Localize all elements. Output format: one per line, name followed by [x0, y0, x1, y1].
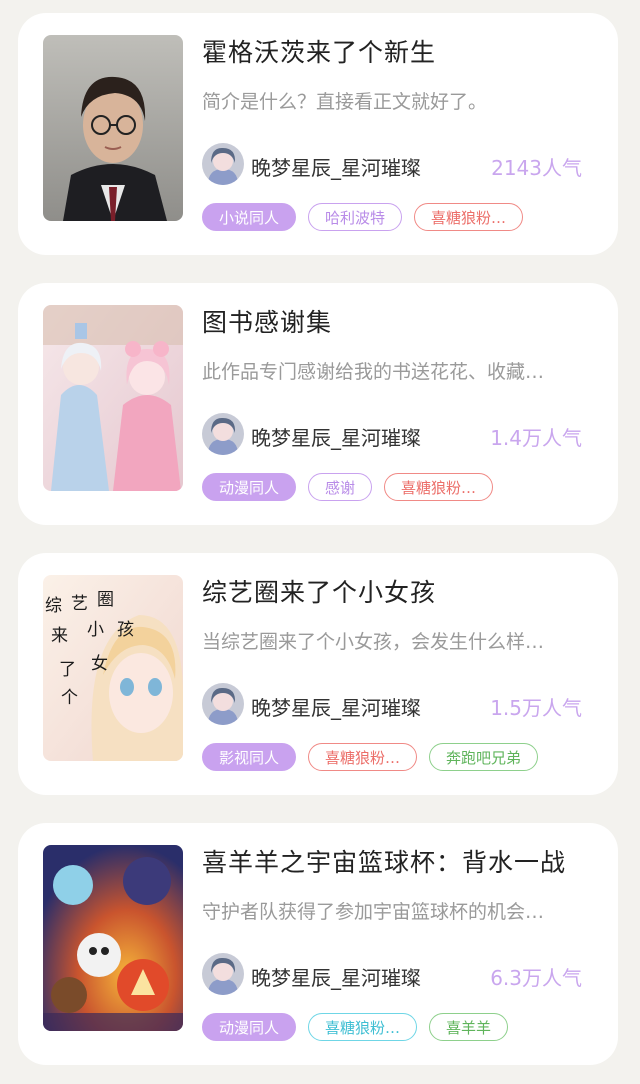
- tag[interactable]: 影视同人: [202, 743, 297, 771]
- avatar[interactable]: [202, 143, 244, 185]
- tag[interactable]: 喜糖狼粉…: [308, 743, 418, 771]
- author-name[interactable]: 晚梦星辰_星河璀璨: [251, 152, 421, 181]
- tag[interactable]: 喜糖狼粉…: [414, 203, 524, 231]
- book-title[interactable]: 霍格沃茨来了个新生: [202, 33, 436, 69]
- harry-potter-cover-image[interactable]: [43, 35, 183, 221]
- book-card[interactable]: 综 艺 圈 来 了 个 小 女 孩 综艺圈来了个小女孩 当综艺圈来了个小女孩，会…: [18, 553, 618, 795]
- cover-text: 综: [45, 596, 62, 616]
- avatar[interactable]: [202, 953, 244, 995]
- cover-text: 女: [91, 654, 108, 674]
- author-name[interactable]: 晚梦星辰_星河璀璨: [251, 692, 421, 721]
- avatar[interactable]: [202, 683, 244, 725]
- book-title[interactable]: 喜羊羊之宇宙篮球杯：背水一战: [202, 843, 566, 879]
- cover-text: 孩: [117, 620, 134, 640]
- popularity-count: 2143人气: [491, 156, 582, 180]
- cover-text: 圈: [97, 590, 114, 610]
- tag-list: 动漫同人 感谢 喜糖狼粉…: [202, 473, 494, 501]
- tag[interactable]: 动漫同人: [202, 473, 297, 501]
- cover-text: 个: [61, 688, 78, 708]
- popularity-count: 6.3万人气: [490, 966, 582, 990]
- book-card[interactable]: 图书感谢集 此作品专门感谢给我的书送花花、收藏… 晚梦星辰_星河璀璨 1.4万人…: [18, 283, 618, 525]
- avatar[interactable]: [202, 413, 244, 455]
- cover-text: 了: [59, 660, 76, 680]
- cartoon-team-cover-image[interactable]: [43, 845, 183, 1031]
- book-title[interactable]: 图书感谢集: [202, 303, 332, 339]
- book-description: 此作品专门感谢给我的书送花花、收藏…: [202, 361, 545, 383]
- tag[interactable]: 哈利波特: [308, 203, 403, 231]
- tag[interactable]: 小说同人: [202, 203, 297, 231]
- popularity-count: 1.5万人气: [490, 696, 582, 720]
- book-card[interactable]: 喜羊羊之宇宙篮球杯：背水一战 守护者队获得了参加宇宙篮球杯的机会… 晚梦星辰_星…: [18, 823, 618, 1065]
- cover-text: 来: [51, 626, 68, 646]
- author-name[interactable]: 晚梦星辰_星河璀璨: [251, 422, 421, 451]
- anime-couple-cover-image[interactable]: [43, 305, 183, 491]
- book-description: 守护者队获得了参加宇宙篮球杯的机会…: [202, 901, 545, 923]
- book-description: 简介是什么？直接看正文就好了。: [202, 91, 488, 113]
- tag[interactable]: 喜糖狼粉…: [384, 473, 494, 501]
- author-name[interactable]: 晚梦星辰_星河璀璨: [251, 962, 421, 991]
- tag[interactable]: 动漫同人: [202, 1013, 297, 1041]
- cover-text: 艺: [71, 594, 88, 614]
- tag[interactable]: 感谢: [308, 473, 373, 501]
- tag[interactable]: 奔跑吧兄弟: [429, 743, 539, 771]
- tag-list: 动漫同人 喜糖狼粉… 喜羊羊: [202, 1013, 509, 1041]
- tag[interactable]: 喜羊羊: [429, 1013, 509, 1041]
- anime-girl-cover-image[interactable]: 综 艺 圈 来 了 个 小 女 孩: [43, 575, 183, 761]
- book-card[interactable]: 霍格沃茨来了个新生 简介是什么？直接看正文就好了。 晚梦星辰_星河璀璨 2143…: [18, 13, 618, 255]
- popularity-count: 1.4万人气: [490, 426, 582, 450]
- tag-list: 小说同人 哈利波特 喜糖狼粉…: [202, 203, 524, 231]
- tag-list: 影视同人 喜糖狼粉… 奔跑吧兄弟: [202, 743, 539, 771]
- cover-text: 小: [87, 620, 104, 640]
- tag[interactable]: 喜糖狼粉…: [308, 1013, 418, 1041]
- book-description: 当综艺圈来了个小女孩，会发生什么样…: [202, 631, 545, 653]
- book-title[interactable]: 综艺圈来了个小女孩: [202, 573, 436, 609]
